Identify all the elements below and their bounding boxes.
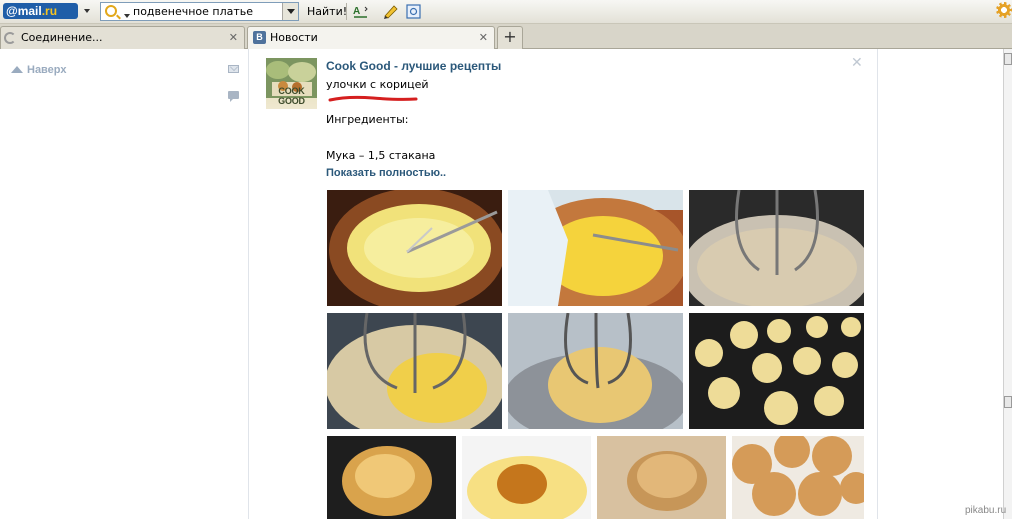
search-box xyxy=(100,2,299,21)
news-feed: COOK GOOD Cook Good - лучшие рецепты ✕ у… xyxy=(248,49,878,519)
settings-gear-icon[interactable] xyxy=(996,2,1012,18)
mailru-logo[interactable]: @mail.ru xyxy=(3,3,78,19)
photo-cinnamon-sugar-bun[interactable] xyxy=(597,436,726,519)
post-author-link[interactable]: Cook Good - лучшие рецепты xyxy=(326,59,501,73)
search-engine-dropdown-icon[interactable] xyxy=(124,14,130,18)
watermark-text: pikabu.ru xyxy=(965,505,1007,516)
svg-text:A: A xyxy=(353,6,360,17)
new-tab-button[interactable]: + xyxy=(497,26,523,49)
photo-bun-in-butter[interactable] xyxy=(462,436,591,519)
marker-icon[interactable] xyxy=(382,3,399,20)
browser-toolbar: @mail.ru Найти! A xyxy=(0,0,1012,24)
post-close-icon[interactable]: ✕ xyxy=(851,55,863,71)
photo-pouring-milk-batter[interactable] xyxy=(508,190,683,306)
loading-spinner-icon xyxy=(4,32,16,44)
toolbar-divider xyxy=(346,3,347,20)
photo-mixer-dough[interactable] xyxy=(508,313,683,429)
photo-mixer-flour-eggs[interactable] xyxy=(327,313,502,429)
show-more-link[interactable]: Показать полностью.. xyxy=(326,167,446,179)
tab-label: Соединение... xyxy=(21,31,103,44)
search-icon[interactable] xyxy=(105,5,117,17)
tab-news[interactable]: В Новости ✕ xyxy=(247,26,495,50)
post-title-text: улочки с корицей xyxy=(326,78,429,91)
avatar-caption: COOK GOOD xyxy=(278,86,305,106)
photo-muffin-tin-dough[interactable] xyxy=(689,313,864,429)
tab-label: Новости xyxy=(270,31,318,44)
flour-ingredient-line: Мука – 1,5 стакана xyxy=(326,149,436,162)
comments-icon[interactable] xyxy=(228,91,239,102)
scroll-up-button[interactable] xyxy=(1004,53,1012,65)
messages-icon[interactable] xyxy=(228,65,239,73)
find-button[interactable]: Найти! xyxy=(303,2,351,21)
scrollbar-track[interactable] xyxy=(1003,49,1012,519)
text-highlight-icon[interactable]: A xyxy=(352,3,369,20)
up-arrow-icon xyxy=(11,66,23,73)
scroll-thumb[interactable] xyxy=(1004,396,1012,408)
left-column: Наверх xyxy=(0,49,248,519)
page-icon[interactable] xyxy=(405,3,422,20)
page-content: Наверх COOK GOOD Cook Good - лучшие реце… xyxy=(0,49,1012,519)
vk-favicon-icon: В xyxy=(253,31,266,44)
ingredients-label: Ингредиенты: xyxy=(326,113,409,126)
photo-cinnamon-sugar-donuts[interactable] xyxy=(732,436,864,519)
tab-close-icon[interactable]: ✕ xyxy=(229,31,238,44)
group-avatar[interactable]: COOK GOOD xyxy=(266,58,317,109)
tab-bar: Соединение... ✕ В Новости ✕ + xyxy=(0,24,1012,50)
photo-bowl-batter-whisk[interactable] xyxy=(327,190,502,306)
tab-close-icon[interactable]: ✕ xyxy=(479,31,488,44)
photo-baked-bun-in-tin[interactable] xyxy=(327,436,456,519)
search-input[interactable] xyxy=(133,4,281,19)
photo-mixer-flour[interactable] xyxy=(689,190,864,306)
red-underline-mark xyxy=(328,95,418,102)
scroll-to-top-link[interactable]: Наверх xyxy=(11,64,67,76)
logo-dropdown-icon[interactable] xyxy=(84,9,90,13)
tab-connecting[interactable]: Соединение... ✕ xyxy=(0,26,245,49)
search-history-dropdown[interactable] xyxy=(282,3,298,20)
